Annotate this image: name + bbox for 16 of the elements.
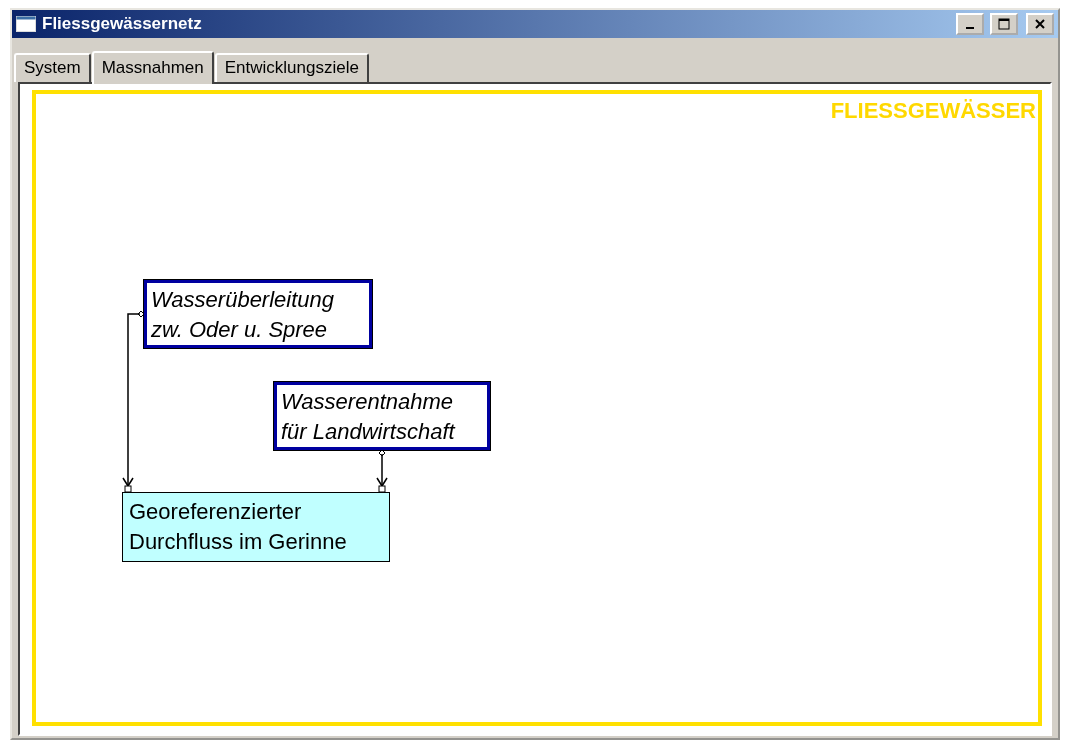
window-title: Fliessgewässernetz [42,14,203,34]
minimize-icon [966,27,974,29]
close-button[interactable] [1026,13,1054,35]
minimize-button[interactable] [956,13,984,35]
tab[interactable]: Massnahmen [91,51,214,84]
tab[interactable]: System [14,53,91,82]
window-icon [16,16,36,32]
maximize-icon [998,18,1010,30]
close-icon [1034,18,1046,30]
maximize-button[interactable] [990,13,1018,35]
measure-node: Wasserüberleitung zw. Oder u. Spree [144,280,372,348]
frame-label: FLIESSGEWÄSSER [830,98,1036,124]
connector-arrow [376,449,388,493]
state-node: Georeferenzierter Durchfluss im Gerinne [122,492,390,562]
tab[interactable]: Entwicklungsziele [214,53,369,82]
measure-node: Wasserentnahme für Landwirtschaft [274,382,490,450]
